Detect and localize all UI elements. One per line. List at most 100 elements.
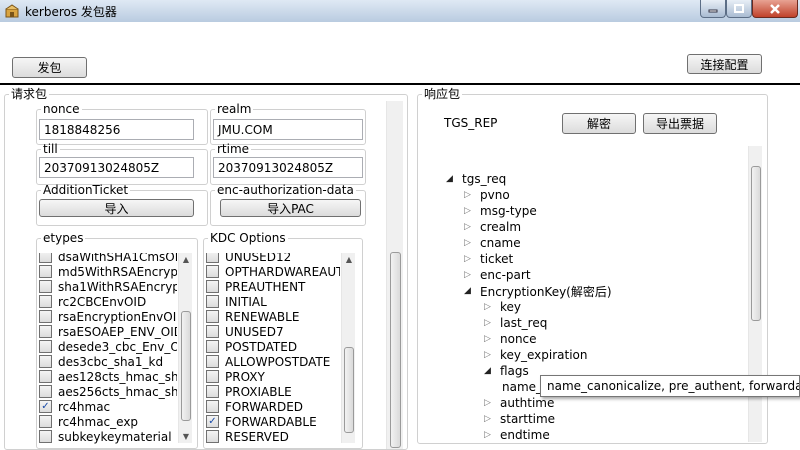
checkbox-icon[interactable] bbox=[206, 370, 219, 383]
maximize-button[interactable] bbox=[726, 0, 752, 18]
import-ticket-button[interactable]: 导入 bbox=[39, 199, 194, 217]
import-pac-button[interactable]: 导入PAC bbox=[220, 199, 361, 217]
etypes-list[interactable]: dsaWithSHA1CmsOIDmd5WithRSAEncryptionEnv… bbox=[39, 253, 177, 449]
etype-item[interactable]: rsaEncryptionEnvOID bbox=[39, 309, 177, 324]
tree-node[interactable]: ▷ key bbox=[484, 299, 521, 315]
title-bar[interactable]: kerberos 发包器 bbox=[0, 0, 800, 22]
checkbox-icon[interactable] bbox=[206, 385, 219, 398]
checkbox-icon[interactable] bbox=[39, 295, 52, 308]
checkbox-icon[interactable] bbox=[39, 265, 52, 278]
checkbox-icon[interactable] bbox=[39, 340, 52, 353]
kdc-option-item[interactable]: ALLOWPOSTDATE bbox=[206, 354, 330, 369]
etype-item[interactable]: sha1WithRSAEncryptionEnvOID bbox=[39, 279, 177, 294]
tree-scrollbar[interactable] bbox=[748, 146, 762, 442]
checkbox-icon[interactable] bbox=[206, 325, 219, 338]
tree-node[interactable]: ▷ ticket bbox=[464, 251, 513, 267]
etypes-scroll-thumb[interactable] bbox=[181, 311, 191, 421]
checkbox-icon[interactable] bbox=[39, 253, 52, 263]
request-scrollbar[interactable] bbox=[386, 101, 403, 449]
kdc-option-item[interactable]: PROXIABLE bbox=[206, 384, 292, 399]
checkbox-icon[interactable] bbox=[206, 310, 219, 323]
tree-collapsed-icon[interactable]: ▷ bbox=[484, 350, 496, 360]
checkbox-checked-icon[interactable]: ✓ bbox=[39, 400, 52, 413]
rtime-input[interactable]: 20370913024805Z bbox=[213, 157, 363, 178]
tree-node[interactable]: ◢ EncryptionKey(解密后) bbox=[464, 283, 612, 299]
scroll-up-icon[interactable]: ▲ bbox=[342, 253, 356, 265]
tree-collapsed-icon[interactable]: ▷ bbox=[484, 302, 496, 312]
checkbox-icon[interactable] bbox=[206, 430, 219, 443]
tree-node[interactable]: ▷ msg-type bbox=[464, 203, 537, 219]
export-ticket-button[interactable]: 导出票据 bbox=[643, 113, 717, 134]
kdc-option-item[interactable]: UNUSED12 bbox=[206, 253, 291, 264]
request-scroll-thumb[interactable] bbox=[390, 252, 401, 448]
etype-item[interactable]: rc4hmac_exp bbox=[39, 414, 138, 429]
tree-expanded-icon[interactable]: ◢ bbox=[446, 174, 458, 184]
etypes-scrollbar[interactable]: ▲ ▼ bbox=[178, 253, 192, 443]
kdc-option-item[interactable]: UNUSED7 bbox=[206, 324, 284, 339]
tree-collapsed-icon[interactable]: ▷ bbox=[464, 190, 476, 200]
etype-item[interactable]: dsaWithSHA1CmsOID bbox=[39, 253, 177, 264]
checkbox-icon[interactable] bbox=[39, 385, 52, 398]
send-button[interactable]: 发包 bbox=[12, 57, 87, 78]
tree-node[interactable]: ◢ tgs_req bbox=[446, 171, 506, 187]
tree-collapsed-icon[interactable]: ▷ bbox=[464, 222, 476, 232]
minimize-button[interactable] bbox=[700, 0, 726, 18]
tree-node[interactable]: ▷ enc-part bbox=[464, 267, 531, 283]
tree-collapsed-icon[interactable]: ▷ bbox=[484, 318, 496, 328]
kdc-option-item[interactable]: RESERVED bbox=[206, 429, 289, 444]
kdc-option-item[interactable]: RENEWABLE bbox=[206, 309, 299, 324]
checkbox-icon[interactable] bbox=[39, 310, 52, 323]
tree-scroll-thumb[interactable] bbox=[751, 166, 761, 321]
etype-item[interactable]: subkeykeymaterial bbox=[39, 429, 172, 444]
tree-node[interactable]: ▷ last_req bbox=[484, 315, 547, 331]
tree-collapsed-icon[interactable]: ▷ bbox=[464, 270, 476, 280]
kdc-scrollbar[interactable]: ▲ bbox=[341, 253, 355, 443]
close-button[interactable] bbox=[752, 0, 798, 18]
etype-item[interactable]: rsaESOAEP_ENV_OID bbox=[39, 324, 177, 339]
etype-item[interactable]: rc2CBCEnvOID bbox=[39, 294, 146, 309]
checkbox-icon[interactable] bbox=[39, 370, 52, 383]
checkbox-icon[interactable] bbox=[206, 295, 219, 308]
tree-node[interactable]: ▷ authtime bbox=[484, 395, 554, 411]
checkbox-icon[interactable] bbox=[206, 253, 219, 263]
kdc-option-item[interactable]: ✓ FORWARDABLE bbox=[206, 414, 317, 429]
tree-collapsed-icon[interactable]: ▷ bbox=[484, 430, 496, 440]
tree-node[interactable]: ▷ nonce bbox=[484, 331, 537, 347]
kdc-option-item[interactable]: INITIAL bbox=[206, 294, 267, 309]
kdc-option-item[interactable]: PROXY bbox=[206, 369, 265, 384]
etype-item[interactable]: des3cbc_sha1_kd bbox=[39, 354, 163, 369]
decrypt-button[interactable]: 解密 bbox=[562, 113, 636, 134]
tree-node[interactable]: ▷ endtime bbox=[484, 427, 550, 442]
response-tree[interactable]: ◢ tgs_req ▷ pvno ▷ msg-type ▷ crealm ▷ cname ▷ tick… bbox=[430, 146, 742, 442]
till-input[interactable]: 20370913024805Z bbox=[39, 157, 194, 178]
tree-collapsed-icon[interactable]: ▷ bbox=[464, 206, 476, 216]
realm-input[interactable]: JMU.COM bbox=[213, 119, 363, 140]
tree-collapsed-icon[interactable]: ▷ bbox=[484, 334, 496, 344]
kdc-option-item[interactable]: POSTDATED bbox=[206, 339, 297, 354]
tree-collapsed-icon[interactable]: ▷ bbox=[484, 398, 496, 408]
scroll-up-icon[interactable]: ▲ bbox=[179, 253, 193, 265]
checkbox-icon[interactable] bbox=[206, 280, 219, 293]
etype-item[interactable]: desede3_cbc_Env_OID bbox=[39, 339, 177, 354]
tree-node[interactable]: ◢ flags bbox=[484, 363, 529, 379]
tree-expanded-icon[interactable]: ◢ bbox=[484, 366, 496, 376]
checkbox-icon[interactable] bbox=[39, 415, 52, 428]
kdc-scroll-thumb[interactable] bbox=[344, 347, 354, 433]
checkbox-icon[interactable] bbox=[39, 355, 52, 368]
etype-item[interactable]: md5WithRSAEncryptionEnvOID bbox=[39, 264, 177, 279]
etype-item[interactable]: ✓ rc4hmac bbox=[39, 399, 110, 414]
tree-node[interactable]: ▷ pvno bbox=[464, 187, 510, 203]
kdc-option-item[interactable]: FORWARDED bbox=[206, 399, 303, 414]
checkbox-icon[interactable] bbox=[206, 340, 219, 353]
tree-node[interactable]: ▷ cname bbox=[464, 235, 521, 251]
nonce-input[interactable]: 1818848256 bbox=[39, 119, 194, 140]
scroll-down-icon[interactable]: ▼ bbox=[179, 430, 193, 442]
tree-node[interactable]: ▷ crealm bbox=[464, 219, 521, 235]
checkbox-icon[interactable] bbox=[39, 325, 52, 338]
checkbox-icon[interactable] bbox=[206, 355, 219, 368]
checkbox-icon[interactable] bbox=[206, 400, 219, 413]
tree-expanded-icon[interactable]: ◢ bbox=[464, 286, 476, 296]
checkbox-icon[interactable] bbox=[206, 265, 219, 278]
tree-collapsed-icon[interactable]: ▷ bbox=[464, 238, 476, 248]
kdc-option-item[interactable]: OPTHARDWAREAUTH bbox=[206, 264, 340, 279]
